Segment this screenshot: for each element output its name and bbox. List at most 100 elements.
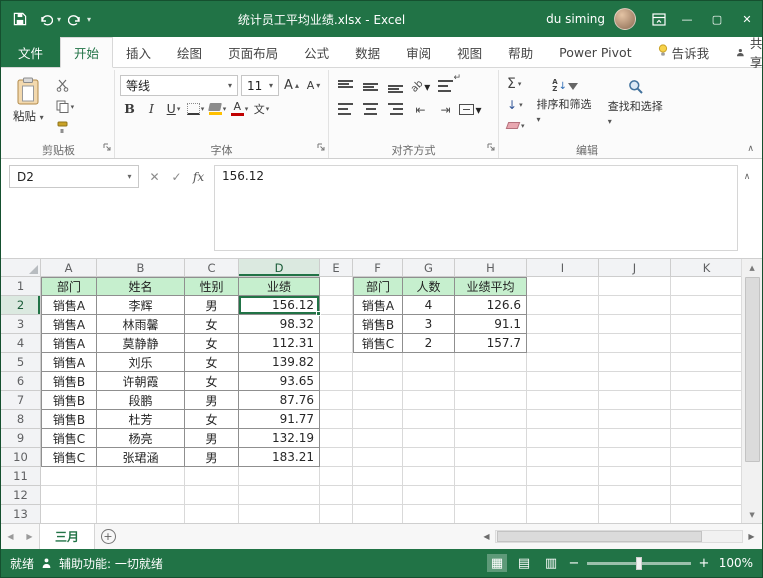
font-size-select[interactable]: 11 ▾ xyxy=(241,75,279,96)
cell-F7[interactable] xyxy=(353,391,403,410)
cell-K2[interactable] xyxy=(671,296,741,315)
cell-I11[interactable] xyxy=(527,467,599,486)
cell-K8[interactable] xyxy=(671,410,741,429)
h-scroll-right-button[interactable]: ▶ xyxy=(745,532,758,541)
align-left-button[interactable] xyxy=(334,100,357,119)
cell-A5[interactable]: 销售A xyxy=(41,353,97,372)
borders-button[interactable]: ▾ xyxy=(186,99,205,118)
cell-I5[interactable] xyxy=(527,353,599,372)
cell-G7[interactable] xyxy=(403,391,455,410)
cell-C5[interactable]: 女 xyxy=(185,353,239,372)
collapse-ribbon-button[interactable]: ∧ xyxy=(747,144,754,154)
column-header-I[interactable]: I xyxy=(527,259,599,277)
cell-F3[interactable]: 销售B xyxy=(353,315,403,334)
column-header-F[interactable]: F xyxy=(353,259,403,277)
clipboard-dialog-launcher[interactable] xyxy=(103,141,112,155)
cell-D7[interactable]: 87.76 xyxy=(239,391,320,410)
h-scroll-left-button[interactable]: ◀ xyxy=(480,532,493,541)
cell-J6[interactable] xyxy=(599,372,671,391)
ribbon-tab-home[interactable]: 开始 xyxy=(60,37,113,68)
page-layout-view-button[interactable]: ▤ xyxy=(514,554,534,572)
cell-K5[interactable] xyxy=(671,353,741,372)
align-bottom-button[interactable] xyxy=(384,77,407,96)
alignment-dialog-launcher[interactable] xyxy=(487,141,496,155)
ribbon-display-options-button[interactable] xyxy=(646,1,672,37)
cell-G2[interactable]: 4 xyxy=(403,296,455,315)
cell-G3[interactable]: 3 xyxy=(403,315,455,334)
cell-F2[interactable]: 销售A xyxy=(353,296,403,315)
merge-center-button[interactable]: ▾ xyxy=(459,100,482,119)
copy-button[interactable]: ▾ xyxy=(53,97,78,116)
orientation-button[interactable]: ab▾ xyxy=(409,77,432,96)
cell-B3[interactable]: 林雨馨 xyxy=(97,315,185,334)
cell-F5[interactable] xyxy=(353,353,403,372)
cell-A3[interactable]: 销售A xyxy=(41,315,97,334)
increase-font-size-button[interactable]: A▴ xyxy=(282,76,301,95)
cell-J8[interactable] xyxy=(599,410,671,429)
ribbon-tab-view[interactable]: 视图 xyxy=(444,37,495,67)
cell-C10[interactable]: 男 xyxy=(185,448,239,467)
row-header-4[interactable]: 4 xyxy=(1,334,41,353)
cell-I10[interactable] xyxy=(527,448,599,467)
cell-H13[interactable] xyxy=(455,505,527,523)
column-header-H[interactable]: H xyxy=(455,259,527,277)
cell-I1[interactable] xyxy=(527,277,599,296)
vertical-scroll-thumb[interactable] xyxy=(745,277,760,462)
cell-E6[interactable] xyxy=(320,372,353,391)
zoom-out-button[interactable]: − xyxy=(568,556,580,571)
cell-K1[interactable] xyxy=(671,277,741,296)
cell-H11[interactable] xyxy=(455,467,527,486)
cell-F4[interactable]: 销售C xyxy=(353,334,403,353)
cell-C3[interactable]: 女 xyxy=(185,315,239,334)
row-header-6[interactable]: 6 xyxy=(1,372,41,391)
cell-K10[interactable] xyxy=(671,448,741,467)
minimize-button[interactable]: — xyxy=(672,1,702,37)
find-select-button[interactable]: 查找和选择 ▾ xyxy=(603,73,670,131)
cancel-button[interactable]: ✕ xyxy=(145,170,164,184)
row-header-9[interactable]: 9 xyxy=(1,429,41,448)
cell-D9[interactable]: 132.19 xyxy=(239,429,320,448)
name-box[interactable]: D2 ▾ xyxy=(9,165,139,188)
cut-button[interactable] xyxy=(53,76,78,95)
column-header-B[interactable]: B xyxy=(97,259,185,277)
underline-button[interactable]: U▾ xyxy=(164,99,183,118)
cell-I3[interactable] xyxy=(527,315,599,334)
column-header-G[interactable]: G xyxy=(403,259,455,277)
cell-E4[interactable] xyxy=(320,334,353,353)
italic-button[interactable]: I xyxy=(142,99,161,118)
cell-C11[interactable] xyxy=(185,467,239,486)
cell-I12[interactable] xyxy=(527,486,599,505)
cell-G5[interactable] xyxy=(403,353,455,372)
ribbon-tab-data[interactable]: 数据 xyxy=(342,37,393,67)
cell-E5[interactable] xyxy=(320,353,353,372)
row-header-13[interactable]: 13 xyxy=(1,505,41,523)
zoom-level[interactable]: 100% xyxy=(717,556,753,570)
row-header-8[interactable]: 8 xyxy=(1,410,41,429)
cell-C8[interactable]: 女 xyxy=(185,410,239,429)
share-button[interactable]: 共享 xyxy=(722,37,763,67)
cell-H10[interactable] xyxy=(455,448,527,467)
cell-K3[interactable] xyxy=(671,315,741,334)
cell-D5[interactable]: 139.82 xyxy=(239,353,320,372)
cell-J1[interactable] xyxy=(599,277,671,296)
cell-J13[interactable] xyxy=(599,505,671,523)
cell-F13[interactable] xyxy=(353,505,403,523)
ribbon-tab-file[interactable]: 文件 xyxy=(1,37,60,67)
cell-K12[interactable] xyxy=(671,486,741,505)
ribbon-tab-draw[interactable]: 绘图 xyxy=(164,37,215,67)
cell-E11[interactable] xyxy=(320,467,353,486)
cell-D12[interactable] xyxy=(239,486,320,505)
user-name[interactable]: du siming xyxy=(546,12,605,26)
cell-E9[interactable] xyxy=(320,429,353,448)
align-center-button[interactable] xyxy=(359,100,382,119)
cell-I9[interactable] xyxy=(527,429,599,448)
enter-button[interactable]: ✓ xyxy=(167,170,186,184)
cell-G6[interactable] xyxy=(403,372,455,391)
undo-button[interactable] xyxy=(34,7,56,31)
customize-quick-access-dropdown[interactable]: ▾ xyxy=(87,15,91,24)
cell-H9[interactable] xyxy=(455,429,527,448)
cell-C1[interactable]: 性别 xyxy=(185,277,239,296)
column-header-D[interactable]: D xyxy=(239,259,320,277)
cell-K13[interactable] xyxy=(671,505,741,523)
cell-H12[interactable] xyxy=(455,486,527,505)
